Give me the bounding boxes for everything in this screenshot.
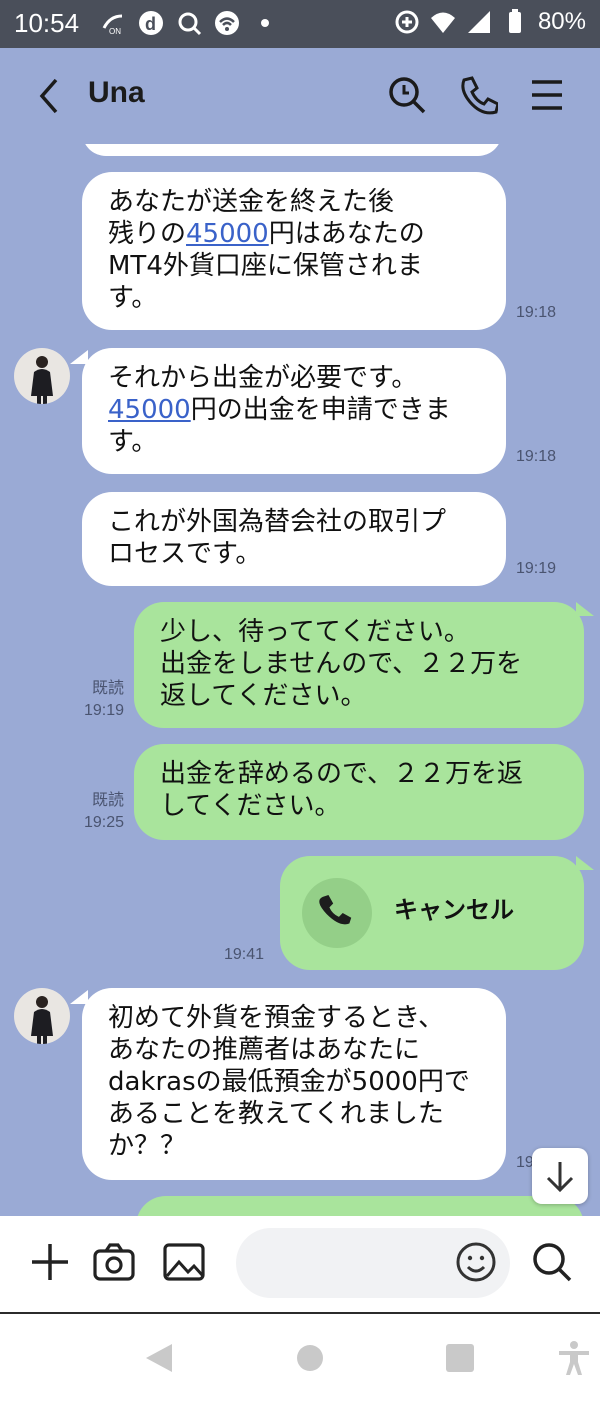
- search-icon[interactable]: [386, 74, 428, 116]
- avatar[interactable]: [14, 988, 70, 1044]
- status-system-icons: 80%: [394, 8, 586, 36]
- status-notification-icons: ON d: [100, 10, 278, 36]
- message-bubble-outgoing[interactable]: 少し、待っててください。 出金をしませんので、２２万を 返してください。: [134, 602, 584, 728]
- message-line: ロセスです。: [108, 539, 262, 569]
- nav-recents-icon[interactable]: [442, 1340, 478, 1376]
- svg-text:d: d: [145, 14, 156, 34]
- phone-icon[interactable]: [456, 74, 498, 116]
- phone-icon: [319, 895, 352, 925]
- message-line: これが外国為替会社の取引プ: [108, 507, 447, 537]
- message-time: 19:18: [516, 448, 557, 465]
- person-avatar-icon: [31, 996, 53, 1044]
- message-line: す。: [108, 427, 158, 457]
- message-time: 19:41: [224, 946, 265, 963]
- message-line: か？？: [108, 1131, 187, 1161]
- menu-icon[interactable]: [526, 74, 568, 116]
- message-time: 19:19: [516, 560, 557, 577]
- message-line: 少し、待っててください。: [160, 617, 470, 647]
- message-line: 初めて外貨を預金するとき、: [108, 1003, 445, 1033]
- message-line: あなたが送金を終えた後: [108, 187, 395, 217]
- bubble-tail: [576, 602, 594, 616]
- read-receipt: 既読 19:25: [83, 792, 124, 831]
- wifi-status-icon: [215, 11, 239, 35]
- plus-icon[interactable]: [28, 1240, 72, 1284]
- battery-icon: [508, 9, 521, 33]
- chat-header: Una: [0, 48, 600, 144]
- dot-icon: [261, 19, 269, 27]
- amount-link[interactable]: 45000: [108, 395, 191, 425]
- read-receipt: 既読 19:19: [83, 680, 124, 719]
- message-line: MT4外貨口座に保管されま: [108, 251, 423, 281]
- chat-title: Una: [88, 76, 145, 109]
- scroll-down-icon: [546, 1162, 574, 1193]
- call-icon-circle: [302, 878, 372, 948]
- svg-text:ON: ON: [109, 27, 121, 36]
- message-bubble[interactable]: あなたが送金を終えた後 残りの45000円はあなたの MT4外貨口座に保管されま…: [82, 172, 506, 330]
- amount-link[interactable]: 45000: [186, 219, 269, 249]
- system-nav-bar: [0, 1314, 600, 1401]
- message-time: 19:18: [516, 304, 557, 321]
- message-line: 出金を辞めるので、２２万を返: [160, 759, 523, 789]
- message-line: dakrasの最低預金が5000円で: [108, 1067, 470, 1097]
- message-line: 45000円の出金を申請できま: [108, 395, 451, 425]
- message-line: あなたの推薦者はあなたに: [108, 1035, 421, 1065]
- nfc-on-icon: ON: [102, 14, 123, 36]
- message-bubble-partial: [136, 1196, 584, 1216]
- back-icon[interactable]: [34, 76, 64, 116]
- camera-icon[interactable]: [92, 1240, 136, 1284]
- message-line: す。: [108, 283, 158, 313]
- nav-home-icon[interactable]: [292, 1340, 328, 1376]
- d-app-icon: d: [139, 11, 163, 35]
- message-bubble[interactable]: それから出金が必要です。 45000円の出金を申請できま す。: [82, 348, 506, 474]
- message-line: してください。: [160, 791, 341, 821]
- message-line: それから出金が必要です。: [108, 363, 418, 393]
- scroll-down-button[interactable]: [532, 1148, 588, 1204]
- message-bubble[interactable]: これが外国為替会社の取引プ ロセスです。: [82, 492, 506, 586]
- message-line: 残りの45000円はあなたの: [108, 219, 425, 249]
- accessibility-icon[interactable]: [556, 1340, 592, 1376]
- wifi-signal-icon: [430, 12, 455, 33]
- chat-area[interactable]: あなたが送金を終えた後 残りの45000円はあなたの MT4外貨口座に保管されま…: [0, 48, 600, 1216]
- avatar[interactable]: [14, 348, 70, 404]
- search-status-icon: [178, 12, 202, 36]
- emoji-icon[interactable]: [454, 1240, 498, 1284]
- battery-percent: 80%: [537, 8, 586, 35]
- nav-back-icon[interactable]: [142, 1340, 178, 1376]
- image-icon[interactable]: [162, 1240, 206, 1284]
- call-bubble-outgoing[interactable]: キャンセル: [280, 856, 584, 970]
- search-icon[interactable]: [530, 1240, 574, 1284]
- message-line: 出金をしませんので、２２万を: [160, 649, 523, 679]
- message-line: 返してください。: [160, 681, 367, 711]
- status-time: 10:54: [14, 8, 80, 38]
- status-bar: 10:54 ON d 80%: [0, 0, 600, 48]
- message-bubble-outgoing[interactable]: 出金を辞めるので、２２万を返 してください。: [134, 744, 584, 840]
- person-avatar-icon: [31, 356, 53, 404]
- bubble-tail: [576, 856, 594, 870]
- message-line: あることを教えてくれました: [108, 1099, 444, 1129]
- message-bubble[interactable]: 初めて外貨を預金するとき、 あなたの推薦者はあなたに dakrasの最低預金が5…: [82, 988, 506, 1180]
- data-saver-icon: [395, 10, 419, 34]
- call-label: キャンセル: [394, 896, 514, 924]
- message-input-bar: [0, 1216, 600, 1314]
- cell-signal-icon: [467, 11, 490, 33]
